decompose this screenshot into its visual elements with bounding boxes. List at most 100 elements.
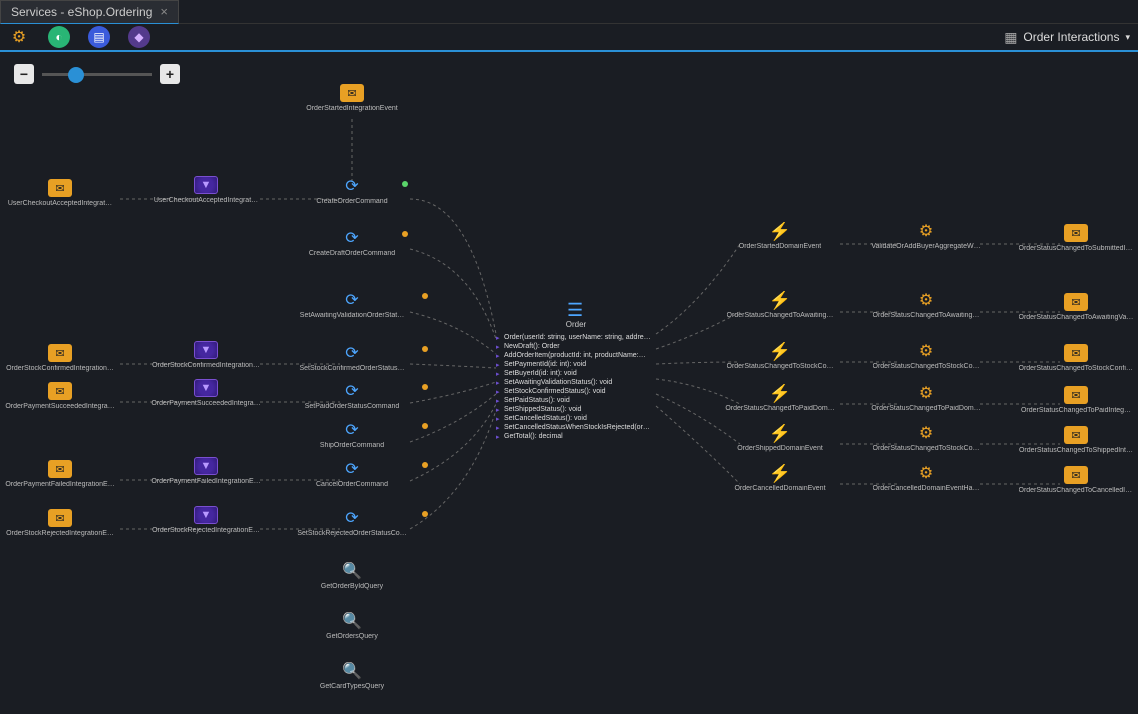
- entity-member[interactable]: SetPaidStatus(): void: [496, 396, 656, 405]
- integration-event-node[interactable]: ✉ OrderStatusChangedToAwaitingVali…: [1016, 293, 1136, 321]
- integration-event-node[interactable]: ✉ OrderStockRejectedIntegrationE…: [0, 509, 120, 537]
- node-label: OrderStartedIntegrationEvent: [306, 105, 397, 112]
- diagram-canvas[interactable]: ✉ OrderStartedIntegrationEvent ✉ UserChe…: [0, 54, 1138, 710]
- envelope-icon: ✉: [48, 179, 72, 197]
- domain-event-node[interactable]: ⚡ OrderStatusChangedToPaidDom…: [720, 384, 840, 412]
- command-icon: ⟳: [340, 509, 364, 527]
- connection-dot: [422, 384, 428, 390]
- handler-icon: ▼: [194, 379, 218, 397]
- domain-event-node[interactable]: ⚡ OrderStartedDomainEvent: [720, 222, 840, 250]
- domain-handler-node[interactable]: ⚙ OrderStatusChangedToPaidDom…: [866, 384, 986, 412]
- tab-services[interactable]: Services - eShop.Ordering ×: [0, 0, 179, 24]
- domain-handler-node[interactable]: ⚙ OrderStatusChangedToStockCo…: [866, 342, 986, 370]
- node-label: CreateOrderCommand: [316, 198, 387, 205]
- domain-event-node[interactable]: ⚡ OrderStatusChangedToAwaiting…: [720, 291, 840, 319]
- integration-event-node[interactable]: ✉ OrderPaymentSucceededIntegra…: [0, 382, 120, 410]
- chevron-down-icon: ▾: [1125, 32, 1130, 43]
- blue-tool-icon[interactable]: ▤: [88, 26, 110, 48]
- entity-member[interactable]: Order(userId: string, userName: string, …: [496, 333, 656, 342]
- interactions-dropdown[interactable]: ▦ Order Interactions ▾: [1004, 29, 1130, 46]
- query-node[interactable]: 🔍 GetOrderByIdQuery: [292, 562, 412, 590]
- command-node[interactable]: ⟳ SetStockRejectedOrderStatusCo…: [292, 509, 412, 537]
- integration-event-node[interactable]: ✉ UserCheckoutAcceptedIntegrat…: [0, 179, 120, 207]
- tab-title: Services - eShop.Ordering: [11, 5, 152, 19]
- command-node[interactable]: ⟳ CancelOrderCommand: [292, 460, 412, 488]
- integration-event-node[interactable]: ✉ OrderStockConfirmedIntegration…: [0, 344, 120, 372]
- node-label: OrderStatusChangedToAwaitingVali…: [1019, 314, 1134, 321]
- node-label: OrderStatusChangedToPaidDom…: [871, 405, 980, 412]
- node-label: OrderStatusChangedToSubmittedIn…: [1019, 245, 1134, 252]
- node-label: GetOrderByIdQuery: [321, 583, 383, 590]
- envelope-icon: ✉: [1064, 466, 1088, 484]
- node-label: OrderStatusChangedToAwaiting…: [873, 312, 980, 319]
- layout-icon: ▦: [1004, 29, 1017, 46]
- node-label: OrderStartedDomainEvent: [739, 243, 821, 250]
- node-label: OrderCancelledDomainEventHa…: [873, 485, 980, 492]
- entity-order[interactable]: ☰ Order Order(userId: string, userName: …: [496, 300, 656, 441]
- entity-member[interactable]: NewDraft(): Order: [496, 342, 656, 351]
- node-label: SetStockRejectedOrderStatusCo…: [297, 530, 406, 537]
- integration-event-node[interactable]: ✉ OrderStatusChangedToShippedInt…: [1016, 426, 1136, 454]
- entity-member[interactable]: SetPaymentId(id: int): void: [496, 360, 656, 369]
- node-label: CancelOrderCommand: [316, 481, 388, 488]
- integration-event-node[interactable]: ✉ OrderStatusChangedToPaidInteg…: [1016, 386, 1136, 414]
- domain-handler-node[interactable]: ⚙ OrderStatusChangedToStockCo…: [866, 424, 986, 452]
- command-node[interactable]: ⟳ CreateDraftOrderCommand: [292, 229, 412, 257]
- handler-icon: ▼: [194, 176, 218, 194]
- envelope-icon: ✉: [48, 460, 72, 478]
- event-handler-node[interactable]: ▼ UserCheckoutAcceptedIntegrat…: [146, 176, 266, 204]
- domain-event-node[interactable]: ⚡ OrderCancelledDomainEvent: [720, 464, 840, 492]
- event-handler-node[interactable]: ▼ OrderPaymentSucceededIntegra…: [146, 379, 266, 407]
- query-node[interactable]: 🔍 GetCardTypesQuery: [292, 662, 412, 690]
- command-node[interactable]: ⟳ SetStockConfirmedOrderStatus…: [292, 344, 412, 372]
- entity-member[interactable]: SetBuyerId(id: int): void: [496, 369, 656, 378]
- connection-dot: [422, 346, 428, 352]
- node-label: UserCheckoutAcceptedIntegrat…: [154, 197, 258, 204]
- lightning-icon: ⚡: [768, 291, 792, 309]
- node-label: GetOrdersQuery: [326, 633, 378, 640]
- connection-dot: [402, 181, 408, 187]
- entity-member[interactable]: SetCancelledStatusWhenStockIsRejected(or…: [496, 423, 656, 432]
- command-icon: ⟳: [340, 382, 364, 400]
- gears-icon: ⚙: [914, 384, 938, 402]
- entity-title: Order: [566, 320, 586, 329]
- command-node[interactable]: ⟳ SetAwaitingValidationOrderStat…: [292, 291, 412, 319]
- domain-handler-node[interactable]: ⚙ ValidateOrAddBuyerAggregateW…: [866, 222, 986, 250]
- connection-dot: [422, 293, 428, 299]
- node-label: OrderPaymentSucceededIntegra…: [5, 403, 114, 410]
- domain-event-node[interactable]: ⚡ OrderStatusChangedToStockCo…: [720, 342, 840, 370]
- entity-member[interactable]: SetCancelledStatus(): void: [496, 414, 656, 423]
- entity-member[interactable]: SetStockConfirmedStatus(): void: [496, 387, 656, 396]
- integration-event-node[interactable]: ✉ OrderStatusChangedToSubmittedIn…: [1016, 224, 1136, 252]
- entity-member[interactable]: AddOrderItem(productId: int, productName…: [496, 351, 656, 360]
- node-label: OrderStatusChangedToStockCo…: [873, 363, 980, 370]
- green-tool-icon[interactable]: ◐: [48, 26, 70, 48]
- integration-event-node[interactable]: ✉ OrderStatusChangedToCancelledIn…: [1016, 466, 1136, 494]
- command-node[interactable]: ⟳ CreateOrderCommand: [292, 177, 412, 205]
- event-handler-node[interactable]: ▼ OrderPaymentFailedIntegrationE…: [146, 457, 266, 485]
- domain-handler-node[interactable]: ⚙ OrderCancelledDomainEventHa…: [866, 464, 986, 492]
- event-handler-node[interactable]: ▼ OrderStockRejectedIntegrationE…: [146, 506, 266, 534]
- command-node[interactable]: ⟳ SetPaidOrderStatusCommand: [292, 382, 412, 410]
- envelope-icon: ✉: [340, 84, 364, 102]
- integration-event-node[interactable]: ✉ OrderStartedIntegrationEvent: [292, 84, 412, 112]
- query-node[interactable]: 🔍 GetOrdersQuery: [292, 612, 412, 640]
- node-label: ShipOrderCommand: [320, 442, 384, 449]
- close-icon[interactable]: ×: [160, 4, 168, 19]
- command-icon: ⟳: [340, 291, 364, 309]
- gear-icon[interactable]: ⚙: [8, 26, 30, 48]
- integration-event-node[interactable]: ✉ OrderStatusChangedToStockConfir…: [1016, 344, 1136, 372]
- domain-event-node[interactable]: ⚡ OrderShippedDomainEvent: [720, 424, 840, 452]
- entity-member[interactable]: GetTotal(): decimal: [496, 432, 656, 441]
- node-label: SetPaidOrderStatusCommand: [305, 403, 400, 410]
- command-icon: ⟳: [340, 177, 364, 195]
- gears-icon: ⚙: [914, 424, 938, 442]
- command-node[interactable]: ⟳ ShipOrderCommand: [292, 421, 412, 449]
- purple-tool-icon[interactable]: ◆: [128, 26, 150, 48]
- node-label: OrderStatusChangedToStockConfir…: [1019, 365, 1134, 372]
- entity-member[interactable]: SetAwaitingValidationStatus(): void: [496, 378, 656, 387]
- entity-member[interactable]: SetShippedStatus(): void: [496, 405, 656, 414]
- domain-handler-node[interactable]: ⚙ OrderStatusChangedToAwaiting…: [866, 291, 986, 319]
- event-handler-node[interactable]: ▼ OrderStockConfirmedIntegration…: [146, 341, 266, 369]
- integration-event-node[interactable]: ✉ OrderPaymentFailedIntegrationE…: [0, 460, 120, 488]
